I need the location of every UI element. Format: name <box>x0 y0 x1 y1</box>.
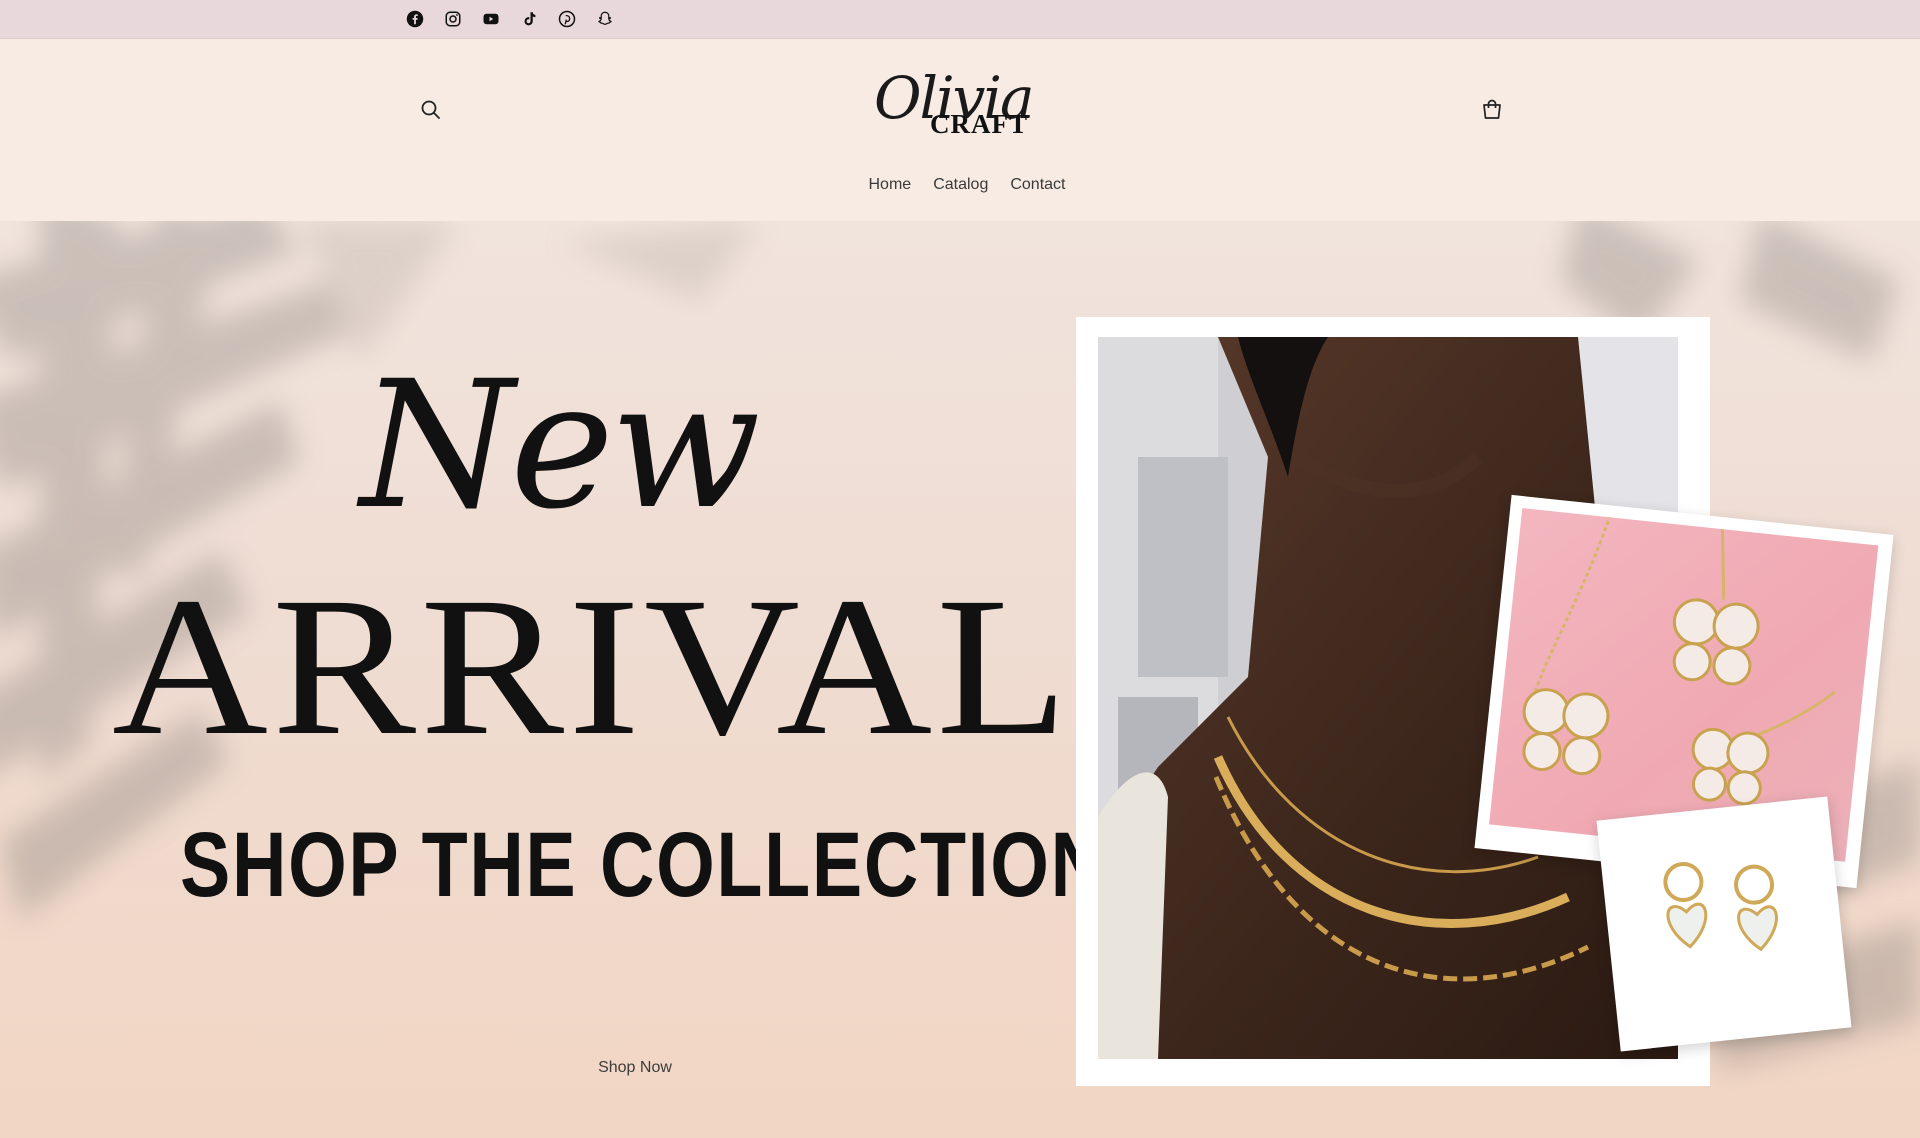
site-logo[interactable]: Olivia CRAFT <box>870 63 1035 151</box>
social-links <box>404 8 616 30</box>
hero-headline-script: New <box>360 343 761 548</box>
search-icon <box>421 100 440 119</box>
heart-earrings-photo <box>1596 796 1852 1052</box>
hero-subheadline: SHOP THE COLLECTION <box>180 814 1107 916</box>
shop-now-button[interactable]: Shop Now <box>580 1053 690 1083</box>
nav-item-contact[interactable]: Contact <box>999 176 1076 194</box>
main-nav: Home Catalog Contact <box>0 176 1920 194</box>
nav-item-catalog[interactable]: Catalog <box>922 176 999 194</box>
nav-item-home[interactable]: Home <box>858 176 923 194</box>
logo-caps-text: CRAFT <box>930 109 1028 139</box>
search-button[interactable] <box>418 97 444 123</box>
facebook-icon[interactable] <box>404 8 426 30</box>
youtube-icon[interactable] <box>480 8 502 30</box>
pinterest-icon[interactable] <box>556 8 578 30</box>
cart-icon <box>1483 99 1501 119</box>
announcement-bar <box>0 0 1920 39</box>
hero-banner: New ARRIVAL SHOP THE COLLECTION Shop Now <box>0 221 1920 1138</box>
hero-headline-caps: ARRIVAL <box>112 556 1073 777</box>
site-header: Olivia CRAFT Home Catalog Contact <box>0 39 1920 221</box>
cart-button[interactable] <box>1478 96 1506 124</box>
snapchat-icon[interactable] <box>594 8 616 30</box>
instagram-icon[interactable] <box>442 8 464 30</box>
hero-text-block: New ARRIVAL SHOP THE COLLECTION Shop Now <box>0 221 1107 1138</box>
tiktok-icon[interactable] <box>518 8 540 30</box>
